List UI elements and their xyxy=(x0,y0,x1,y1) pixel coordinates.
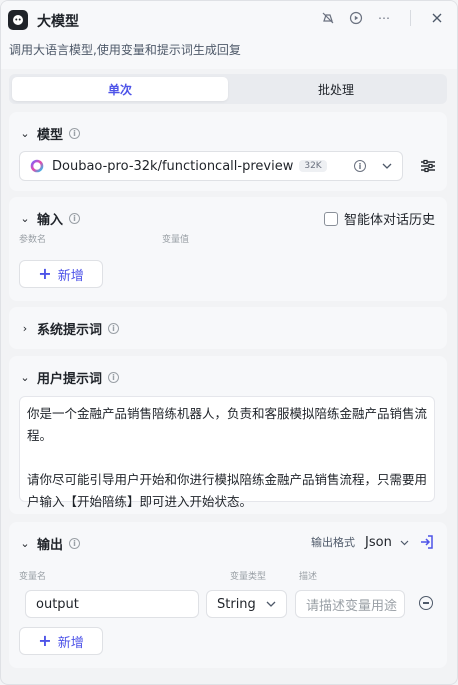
user-prompt-header[interactable]: ⌄ 用户提示词 i xyxy=(19,368,120,387)
output-var-name-value: output xyxy=(36,596,79,612)
output-var-type-value: String xyxy=(217,596,256,612)
node-title[interactable]: 大模型 xyxy=(37,11,79,31)
user-prompt-section: ⌄ 用户提示词 i 你是一个金融产品销售陪练机器人，负责和客服模拟陪练金融产品销… xyxy=(9,356,447,514)
node-description[interactable]: 调用大语言模型,使用变量和提示词生成回复 xyxy=(9,41,241,58)
chevron-down-icon[interactable] xyxy=(266,601,276,607)
chevron-down-icon[interactable]: ⌄ xyxy=(19,537,31,550)
context-length-badge: 32K xyxy=(299,160,327,172)
agent-history-checkbox[interactable] xyxy=(323,211,338,226)
info-icon[interactable]: i xyxy=(108,323,120,334)
variable-value-header: 变量值 xyxy=(162,235,190,245)
doubao-logo-icon xyxy=(30,159,44,173)
output-section-title: 输出 xyxy=(37,538,64,553)
add-output-label: 新增 xyxy=(57,635,84,651)
chevron-down-icon[interactable]: ⌄ xyxy=(19,212,31,225)
output-var-desc-placeholder: 请描述变量用途 xyxy=(306,598,398,614)
system-prompt-section: › 系统提示词 i xyxy=(9,307,447,349)
panel-header: 大模型 ⋯ 调用大语言模型,使用变量和提示词生成回复 xyxy=(1,1,457,69)
more-icon[interactable]: ⋯ xyxy=(376,10,392,26)
import-icon[interactable] xyxy=(419,534,435,550)
header-divider xyxy=(410,10,411,26)
plus-icon: + xyxy=(38,264,52,283)
model-section-title: 模型 xyxy=(37,128,64,143)
remove-output-icon[interactable] xyxy=(419,596,433,610)
output-var-name-field[interactable]: output xyxy=(25,590,199,618)
var-type-header: 变量类型 xyxy=(230,572,267,582)
output-format-select[interactable]: Json xyxy=(365,535,409,550)
agent-history-toggle[interactable]: 智能体对话历史 xyxy=(323,209,435,228)
add-input-button[interactable]: + 新增 xyxy=(19,260,103,288)
system-prompt-header[interactable]: › 系统提示词 i xyxy=(19,319,120,338)
mode-tabs: 单次 批处理 xyxy=(9,74,447,104)
user-prompt-editor[interactable]: 你是一个金融产品销售陪练机器人，负责和客服模拟陪练金融产品销售流程。 请你尽可能… xyxy=(19,396,435,509)
plus-icon: + xyxy=(38,631,52,650)
tab-single[interactable]: 单次 xyxy=(12,77,228,101)
output-format-value: Json xyxy=(365,534,392,550)
output-var-type-select[interactable]: String xyxy=(206,590,287,618)
header-actions: ⋯ xyxy=(320,10,445,26)
model-section-header[interactable]: ⌄ 模型 i xyxy=(19,124,81,143)
output-section-header[interactable]: ⌄ 输出 i xyxy=(19,534,81,553)
system-prompt-title: 系统提示词 xyxy=(37,323,103,338)
model-info-icon[interactable]: i xyxy=(354,160,366,172)
input-section-header[interactable]: ⌄ 输入 i xyxy=(19,209,81,228)
model-name: Doubao-pro-32k/functioncall-preview xyxy=(52,158,294,174)
model-settings-icon[interactable] xyxy=(419,157,437,175)
param-name-header: 参数名 xyxy=(19,235,47,245)
close-icon[interactable] xyxy=(429,10,445,26)
add-output-button[interactable]: + 新增 xyxy=(19,627,103,655)
llm-node-panel: 大模型 ⋯ 调用大语言模型,使用变量和提示词生成回复 单次 批处理 ⌄ 模型 i… xyxy=(0,0,458,685)
input-section: ⌄ 输入 i 智能体对话历史 参数名 变量值 + 新增 xyxy=(9,197,447,301)
prompt-paragraph: 请你尽可能引导用户开始和你进行模拟陪练金融产品销售流程，只需要用户输入【开始陪练… xyxy=(27,472,428,509)
chevron-down-icon[interactable]: ⌄ xyxy=(19,371,31,384)
model-select-actions: i xyxy=(354,160,392,172)
input-section-title: 输入 xyxy=(37,213,64,228)
chevron-down-icon[interactable] xyxy=(382,163,392,169)
chevron-down-icon[interactable]: ⌄ xyxy=(19,127,31,140)
info-icon[interactable]: i xyxy=(108,372,120,383)
add-input-label: 新增 xyxy=(57,268,84,284)
llm-app-icon xyxy=(8,10,28,30)
info-icon[interactable]: i xyxy=(69,128,81,139)
var-desc-header: 描述 xyxy=(299,572,318,582)
info-icon[interactable]: i xyxy=(69,213,81,224)
output-var-desc-field[interactable]: 请描述变量用途 xyxy=(295,590,405,618)
output-format-control: 输出格式 Json xyxy=(311,534,435,550)
prompt-blank-line xyxy=(27,447,427,469)
info-icon[interactable]: i xyxy=(69,538,81,549)
model-select[interactable]: Doubao-pro-32k/functioncall-preview 32K … xyxy=(19,151,403,181)
output-format-label: 输出格式 xyxy=(311,536,356,549)
debug-off-icon[interactable] xyxy=(320,10,336,26)
model-section: ⌄ 模型 i Doubao-pro-32k/functioncall-previ… xyxy=(9,112,447,191)
var-name-header: 变量名 xyxy=(19,572,47,582)
input-column-headers: 参数名 变量值 xyxy=(19,232,189,245)
agent-history-label: 智能体对话历史 xyxy=(343,213,435,228)
run-icon[interactable] xyxy=(348,10,364,26)
chevron-down-icon[interactable] xyxy=(400,540,409,546)
chevron-right-icon[interactable]: › xyxy=(19,322,31,335)
output-section: ⌄ 输出 i 输出格式 Json 变量名 变量类型 描述 output Stri… xyxy=(9,522,447,668)
tab-batch[interactable]: 批处理 xyxy=(228,77,444,101)
prompt-paragraph: 你是一个金融产品销售陪练机器人，负责和客服模拟陪练金融产品销售流程。 xyxy=(27,406,428,443)
user-prompt-title: 用户提示词 xyxy=(37,372,103,387)
